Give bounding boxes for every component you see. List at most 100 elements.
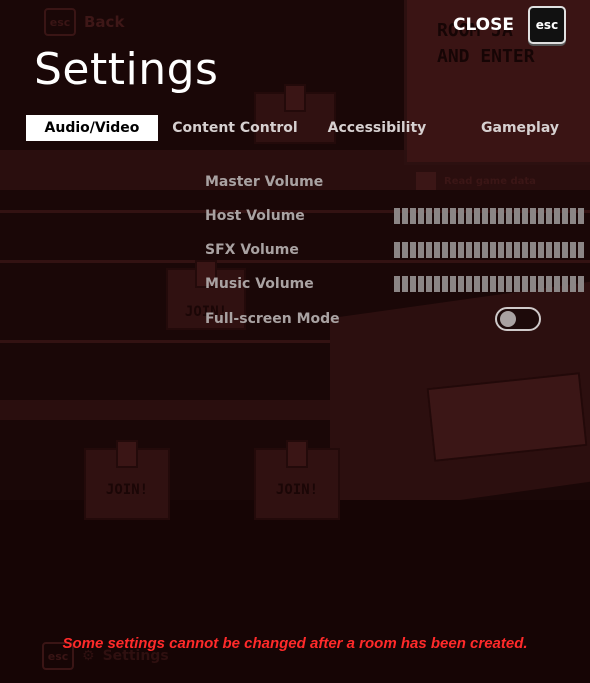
background-scene: ROOM JA AND ENTER Read game data JOIN! J… [0, 0, 590, 683]
slider-segment [466, 208, 472, 224]
close-control[interactable]: CLOSE esc [453, 6, 566, 44]
setting-row-fullscreen: Full-screen Mode [205, 307, 545, 331]
slider-segment [530, 276, 536, 292]
tab-audio-video[interactable]: Audio/Video [26, 115, 158, 141]
slider-segment [514, 208, 520, 224]
slider-segment [578, 242, 584, 258]
slider-segment [490, 208, 496, 224]
slider-segment [562, 276, 568, 292]
slider-segment [442, 242, 448, 258]
toggle-off-icon [500, 311, 516, 327]
slider-segment [418, 276, 424, 292]
fullscreen-toggle[interactable] [495, 307, 541, 331]
slider-segment [482, 208, 488, 224]
slider-segment [554, 208, 560, 224]
slider-segment [450, 242, 456, 258]
bg-join-card: JOIN! [84, 440, 170, 520]
slider-segment [522, 208, 528, 224]
setting-label: Full-screen Mode [205, 311, 340, 327]
slider-segment [490, 242, 496, 258]
slider-segment [426, 276, 432, 292]
setting-label: Master Volume [205, 174, 324, 190]
room-settings-notice: Some settings cannot be changed after a … [62, 635, 528, 652]
slider-segment [530, 242, 536, 258]
slider-segment [490, 276, 496, 292]
slider-segment [546, 276, 552, 292]
tab-accessibility[interactable]: Accessibility [324, 115, 430, 141]
sfx-volume-slider[interactable] [394, 242, 587, 258]
bg-back-hint: esc Back [44, 8, 124, 36]
slider-segment [562, 242, 568, 258]
bg-poster-line2: AND ENTER [437, 46, 535, 67]
slider-segment [498, 242, 504, 258]
slider-segment [442, 208, 448, 224]
slider-segment [570, 242, 576, 258]
slider-segment [578, 276, 584, 292]
setting-label: SFX Volume [205, 242, 299, 258]
slider-segment [554, 242, 560, 258]
slider-segment [450, 208, 456, 224]
slider-segment [466, 276, 472, 292]
slider-segment [426, 208, 432, 224]
slider-segment [570, 276, 576, 292]
setting-row-master-volume: Master Volume [205, 171, 545, 193]
slider-segment [394, 208, 400, 224]
slider-segment [434, 276, 440, 292]
slider-segment [458, 242, 464, 258]
slider-segment [402, 208, 408, 224]
bg-join-label: JOIN! [105, 482, 149, 498]
slider-segment [418, 242, 424, 258]
music-volume-slider[interactable] [394, 276, 587, 292]
slider-segment [482, 276, 488, 292]
slider-segment [506, 242, 512, 258]
slider-segment [402, 276, 408, 292]
slider-segment [466, 242, 472, 258]
close-button[interactable]: CLOSE [453, 15, 514, 35]
bg-join-label: JOIN! [275, 482, 319, 498]
slider-segment [538, 276, 544, 292]
slider-segment [474, 242, 480, 258]
slider-segment [538, 242, 544, 258]
slider-segment [450, 276, 456, 292]
slider-segment [474, 208, 480, 224]
setting-row-sfx-volume: SFX Volume [205, 239, 584, 261]
settings-tabs: Audio/Video Content Control Accessibilit… [26, 115, 590, 141]
slider-segment [546, 242, 552, 258]
bg-esc-key-icon: esc [44, 8, 76, 36]
slider-segment [578, 208, 584, 224]
esc-key-icon[interactable]: esc [528, 6, 566, 44]
slider-segment [530, 208, 536, 224]
setting-label: Host Volume [205, 208, 305, 224]
slider-segment [482, 242, 488, 258]
slider-segment [434, 242, 440, 258]
tab-gameplay[interactable]: Gameplay [474, 115, 566, 141]
bg-card-peg [284, 84, 306, 112]
slider-segment [434, 208, 440, 224]
slider-segment [522, 276, 528, 292]
slider-segment [522, 242, 528, 258]
slider-segment [546, 208, 552, 224]
slider-segment [410, 242, 416, 258]
slider-segment [418, 208, 424, 224]
page-title: Settings [34, 44, 219, 95]
slider-segment [538, 208, 544, 224]
slider-segment [426, 242, 432, 258]
slider-segment [402, 242, 408, 258]
bg-back-label: Back [84, 13, 125, 31]
slider-segment [474, 276, 480, 292]
slider-segment [458, 208, 464, 224]
slider-segment [514, 276, 520, 292]
slider-segment [442, 276, 448, 292]
bg-join-card: JOIN! [254, 440, 340, 520]
host-volume-slider[interactable] [394, 208, 587, 224]
slider-segment [458, 276, 464, 292]
setting-row-host-volume: Host Volume [205, 205, 584, 227]
slider-segment [514, 242, 520, 258]
slider-segment [394, 276, 400, 292]
tab-content-control[interactable]: Content Control [170, 115, 300, 141]
slider-segment [410, 208, 416, 224]
setting-row-music-volume: Music Volume [205, 273, 584, 295]
slider-segment [562, 208, 568, 224]
bg-card-peg [116, 440, 138, 468]
bg-card-peg [286, 440, 308, 468]
